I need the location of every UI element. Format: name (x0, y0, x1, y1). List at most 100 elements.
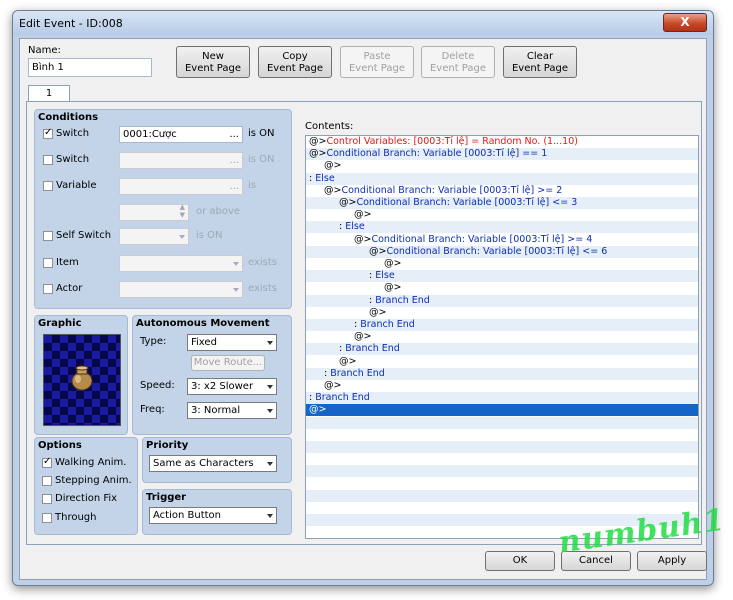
through-checkbox[interactable] (42, 513, 52, 523)
new-event-page-button[interactable]: New Event Page (176, 46, 250, 78)
event-command-row[interactable]: @>Conditional Branch: Variable [0003:Tỉ … (306, 245, 698, 258)
event-command-row[interactable]: @> (306, 160, 698, 172)
command-text: Else (375, 270, 395, 282)
event-command-row[interactable]: @> (306, 356, 698, 368)
tab-page-1[interactable]: 1 (28, 85, 70, 102)
switch2-browse-icon[interactable]: ... (229, 153, 239, 168)
stepping-anim-checkbox[interactable] (42, 476, 52, 486)
variable-label: Variable (56, 180, 97, 191)
priority-dropdown[interactable]: Same as Characters (149, 455, 277, 472)
switch2-field[interactable]: ... (119, 152, 243, 169)
command-prefix: @> (384, 258, 402, 269)
chevron-down-icon (233, 262, 239, 266)
event-command-row[interactable]: @>Control Variables: [0003:Tỉ lệ] = Rand… (306, 136, 698, 148)
self-switch-checkbox[interactable] (43, 231, 53, 241)
trigger-panel: Trigger Action Button (142, 489, 292, 535)
event-command-row[interactable]: @>Conditional Branch: Variable [0003:Tỉ … (306, 234, 698, 246)
contents-label: Contents: (305, 121, 354, 132)
command-text: Conditional Branch: Variable [0003:Tỉ lệ… (386, 245, 608, 257)
contents-list[interactable]: @>Control Variables: [0003:Tỉ lệ] = Rand… (305, 135, 699, 539)
speed-label: Speed: (140, 380, 175, 391)
clear-event-page-button[interactable]: Clear Event Page (503, 46, 577, 78)
delete-event-page-button[interactable]: Delete Event Page (421, 46, 495, 78)
paste-event-page-button[interactable]: Paste Event Page (340, 46, 414, 78)
event-command-row[interactable]: @> (306, 282, 698, 294)
item-suffix: exists (248, 257, 278, 268)
self-switch-suffix: is ON (196, 230, 223, 241)
freq-dropdown[interactable]: 3: Normal (187, 402, 277, 419)
direction-fix-checkbox[interactable] (42, 494, 52, 504)
type-dropdown[interactable]: Fixed (187, 334, 277, 351)
title-bar: Edit Event - ID:008 X (13, 11, 713, 35)
item-dropdown[interactable] (119, 255, 243, 272)
event-command-row[interactable]: @> (306, 380, 698, 392)
empty-row (306, 502, 698, 514)
empty-row (306, 465, 698, 478)
self-switch-dropdown[interactable] (119, 228, 189, 245)
copy-event-page-button[interactable]: Copy Event Page (258, 46, 332, 78)
name-label: Name: (28, 45, 61, 56)
autonomous-movement-panel: Autonomous Movement Type: Fixed Move Rou… (132, 315, 292, 435)
event-command-row[interactable]: : Branch End (306, 367, 698, 380)
event-command-row[interactable]: @> (306, 258, 698, 270)
switch1-browse-icon[interactable]: ... (229, 127, 239, 142)
command-prefix: @> (354, 209, 372, 221)
item-label: Item (56, 257, 79, 268)
priority-value: Same as Characters (153, 458, 254, 469)
command-prefix: @> (309, 148, 327, 160)
actor-checkbox[interactable] (43, 284, 53, 294)
switch2-suffix: is ON (248, 154, 275, 165)
switch2-label: Switch (56, 154, 90, 165)
chevron-down-icon (179, 235, 185, 239)
switch1-checkbox[interactable] (43, 127, 53, 139)
walking-anim-checkbox[interactable] (42, 456, 52, 468)
command-prefix: @> (309, 136, 327, 147)
variable-value-spinner[interactable]: ▲ ▼ (119, 203, 189, 221)
event-command-row[interactable]: @> (306, 331, 698, 343)
graphic-title: Graphic (38, 318, 82, 329)
event-command-row[interactable]: @>Conditional Branch: Variable [0003:Tỉ … (306, 148, 698, 161)
event-command-row[interactable]: : Else (306, 221, 698, 234)
command-prefix: @> (324, 160, 342, 172)
stepping-anim-label: Stepping Anim. (55, 475, 132, 486)
event-command-row[interactable]: @>Conditional Branch: Variable [0003:Tỉ … (306, 197, 698, 209)
event-command-row[interactable]: : Branch End (306, 392, 698, 405)
walking-anim-label: Walking Anim. (55, 457, 127, 468)
command-text: Branch End (315, 392, 370, 404)
event-command-row[interactable]: : Branch End (306, 294, 698, 307)
actor-dropdown[interactable] (119, 281, 243, 298)
event-graphic-preview[interactable] (43, 334, 121, 426)
switch1-label: Switch (56, 128, 90, 139)
variable-checkbox[interactable] (43, 181, 53, 191)
close-button[interactable]: X (663, 13, 707, 32)
options-title: Options (38, 440, 82, 451)
event-command-row[interactable]: @>Conditional Branch: Variable [0003:Tỉ … (306, 185, 698, 197)
event-command-row[interactable]: : Else (306, 270, 698, 283)
variable-browse-icon[interactable]: ... (229, 179, 239, 194)
ok-button[interactable]: OK (485, 551, 555, 571)
chevron-down-icon (267, 341, 273, 345)
chevron-down-icon (267, 514, 273, 518)
spinner-arrows-icon[interactable]: ▲ ▼ (180, 203, 185, 219)
name-input[interactable]: Bình 1 (28, 58, 152, 77)
trigger-value: Action Button (153, 510, 221, 521)
event-command-row[interactable]: @> (306, 404, 698, 417)
event-command-row[interactable]: @> (306, 209, 698, 221)
options-panel: Options Walking Anim. Stepping Anim. Dir… (34, 437, 138, 535)
switch2-checkbox[interactable] (43, 155, 53, 165)
chevron-down-icon (267, 409, 273, 413)
event-command-row[interactable]: @> (306, 307, 698, 319)
item-checkbox[interactable] (43, 258, 53, 268)
graphic-panel: Graphic (34, 315, 128, 435)
trigger-dropdown[interactable]: Action Button (149, 507, 277, 524)
move-route-button[interactable]: Move Route... (191, 355, 265, 371)
event-command-row[interactable]: : Else (306, 172, 698, 185)
speed-dropdown[interactable]: 3: x2 Slower (187, 378, 277, 395)
apply-button[interactable]: Apply (637, 551, 707, 571)
variable-field[interactable]: ... (119, 178, 243, 195)
event-command-row[interactable]: : Branch End (306, 319, 698, 331)
event-command-row[interactable]: : Branch End (306, 343, 698, 356)
switch1-field[interactable]: 0001:Cược ... (119, 126, 243, 143)
self-switch-label: Self Switch (56, 230, 112, 241)
empty-row (306, 489, 698, 502)
